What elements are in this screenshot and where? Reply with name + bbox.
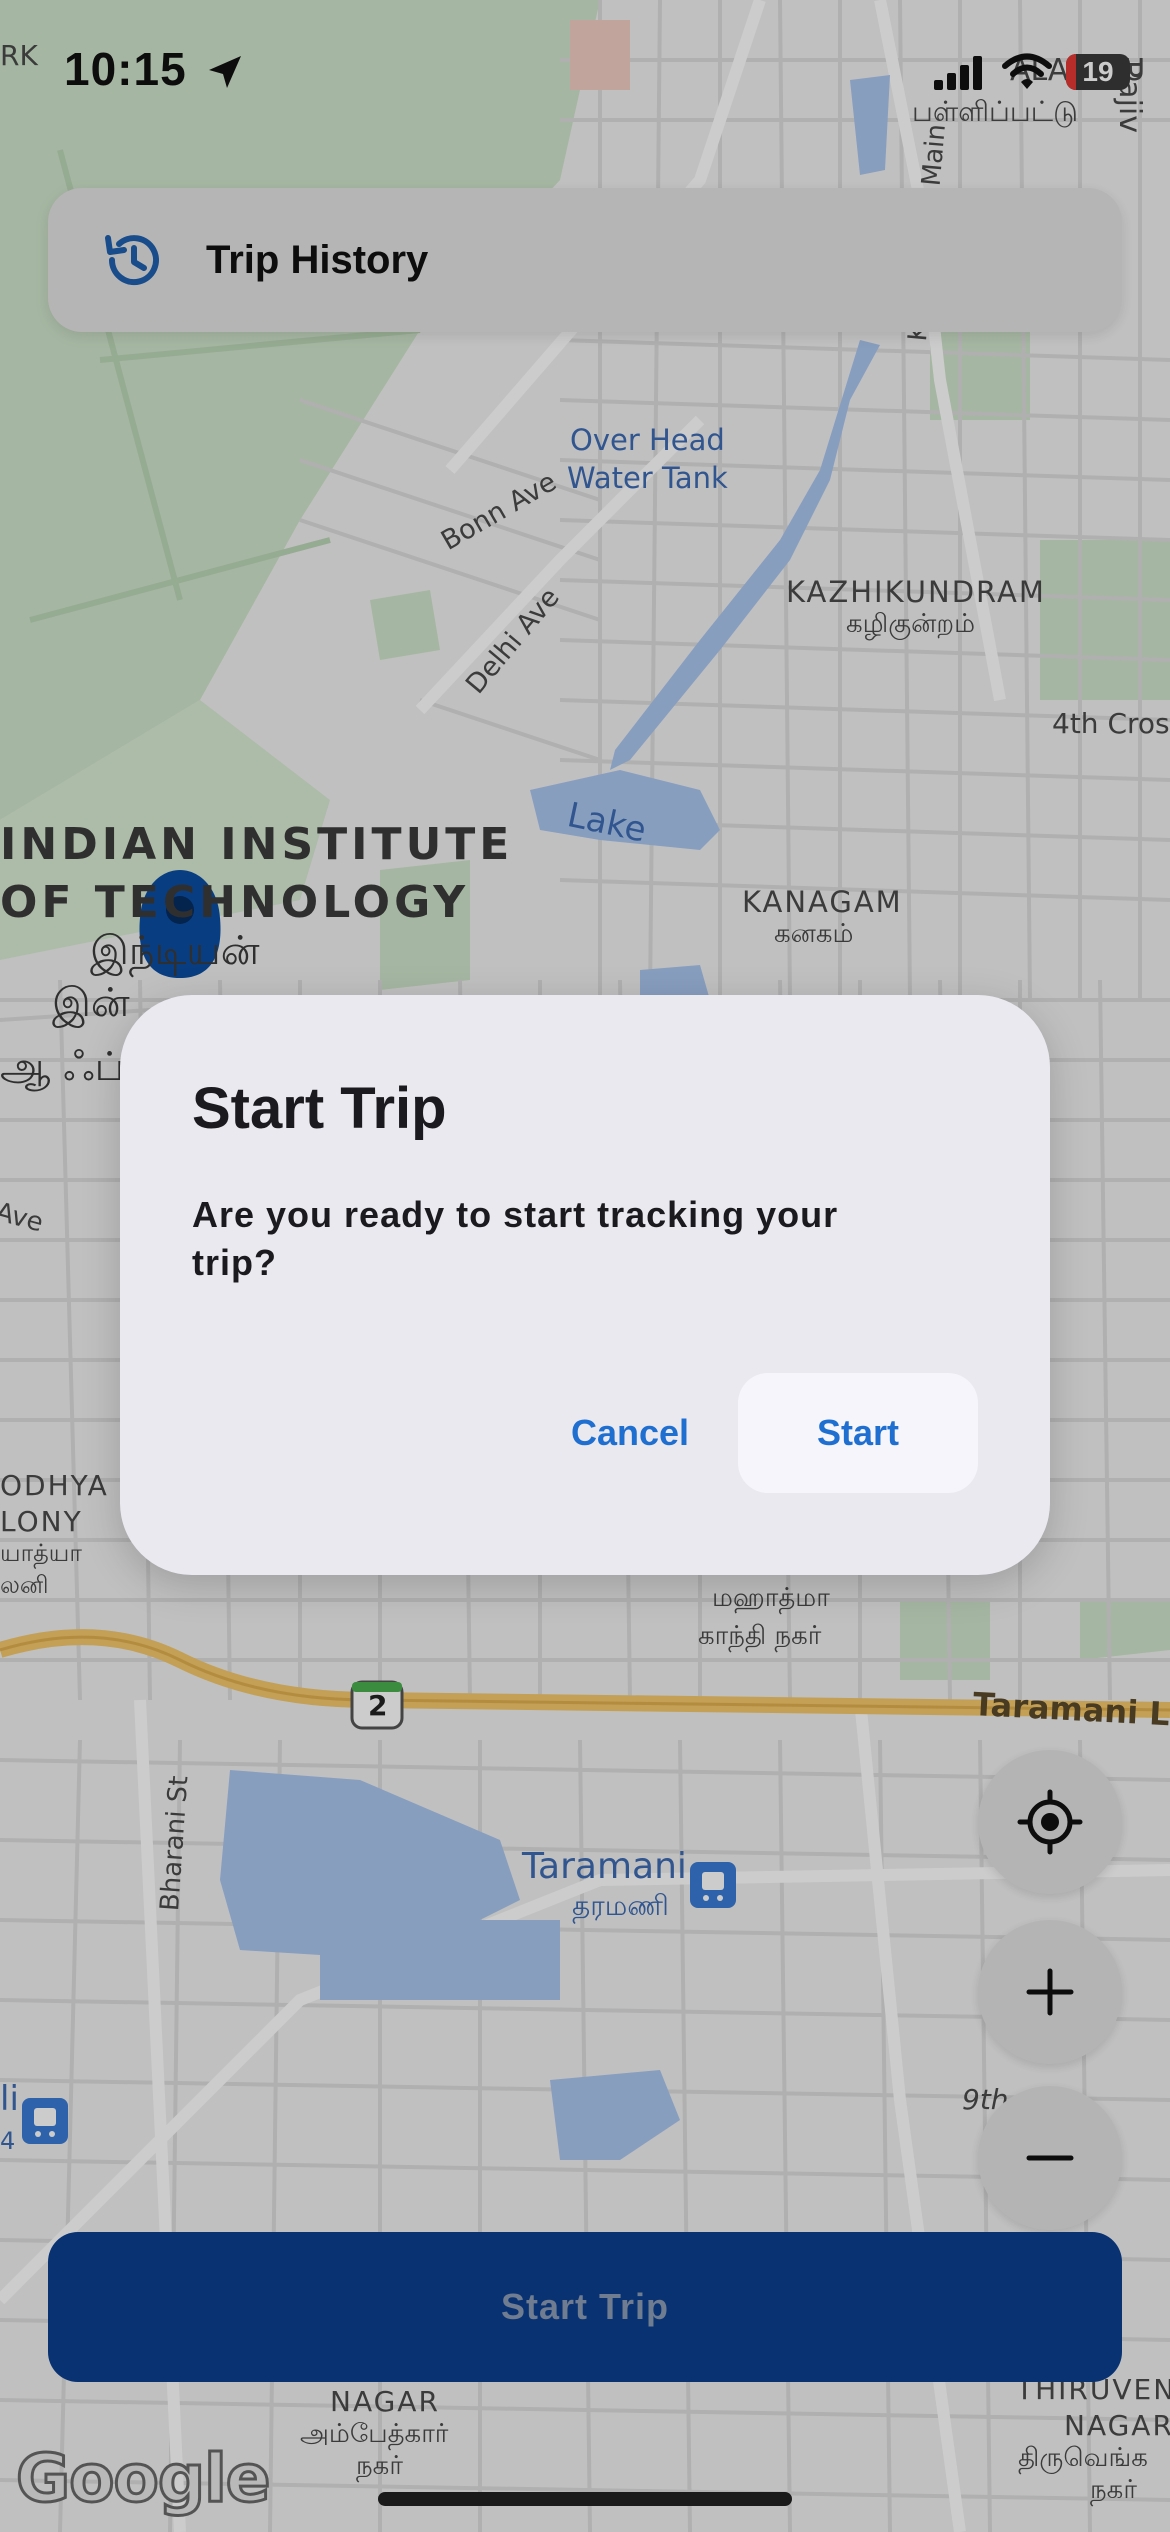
status-time: 10:15 xyxy=(64,43,187,95)
map-label: காந்தி நகர் xyxy=(698,1621,822,1651)
map-label: இன் xyxy=(52,980,130,1026)
park-area xyxy=(900,1600,990,1680)
map-label: OF TECHNOLOGY xyxy=(0,877,470,928)
history-clock-icon xyxy=(105,235,159,286)
park-area xyxy=(1080,1600,1170,1660)
transit-station-icon xyxy=(22,2098,68,2144)
map-label: திருவெங்க xyxy=(1018,2443,1148,2473)
map-label: லனி xyxy=(0,1571,49,1599)
zoom-out-button[interactable] xyxy=(978,2086,1122,2230)
dialog-message: Are you ready to start tracking your tri… xyxy=(192,1194,839,1283)
battery-percent: 19 xyxy=(1082,56,1114,87)
cellular-signal-icon xyxy=(934,56,982,90)
location-arrow-icon xyxy=(209,56,241,88)
building-area xyxy=(570,20,630,90)
google-logo: Google xyxy=(15,2439,272,2519)
status-icons: 19 xyxy=(932,52,1130,92)
map-label: INDIAN INSTITUTE xyxy=(0,819,514,870)
map-label: KANAGAM xyxy=(742,885,903,919)
map-label: யாத்யா xyxy=(0,1539,82,1567)
trip-history-label: Trip History xyxy=(206,237,429,282)
park-area xyxy=(370,590,440,660)
trip-history-button[interactable]: Trip History xyxy=(48,188,1122,332)
map-label: 4th Cros xyxy=(1052,707,1170,740)
map-label: LONY xyxy=(0,1505,83,1538)
map-label: Over Head xyxy=(570,423,725,457)
map-label: அம்பேத்கார் xyxy=(300,2419,449,2449)
app-screen: RK ALAPPAU பள்ளிப்பட்டு Rajiv Over Head … xyxy=(0,0,1170,2532)
map-label: நகர் xyxy=(1090,2475,1137,2505)
map-label: Taramani xyxy=(522,1846,687,1887)
transit-station-icon xyxy=(690,1862,736,1908)
map-label: தரமணி xyxy=(572,1889,669,1922)
map-label: கழிகுன்றம் xyxy=(846,609,976,639)
dialog-title: Start Trip xyxy=(192,1076,447,1141)
map-label: மஹாத்மா xyxy=(712,1583,830,1613)
start-trip-dialog: Start Trip Are you ready to start tracki… xyxy=(120,995,1050,1575)
zoom-in-button[interactable] xyxy=(978,1920,1122,2064)
battery-indicator: 19 xyxy=(1066,54,1130,90)
map-label: li xyxy=(0,2079,19,2119)
map-label: NAGAR xyxy=(330,2385,440,2418)
my-location-button[interactable] xyxy=(978,1750,1122,1894)
map-label: ஆ ஃப் xyxy=(0,1044,125,1090)
map-label: KAZHIKUNDRAM xyxy=(786,575,1046,609)
battery-low-level xyxy=(1066,54,1076,90)
confirm-start-button[interactable]: Start xyxy=(738,1373,978,1493)
cancel-button[interactable]: Cancel xyxy=(520,1373,740,1493)
minus-icon xyxy=(1026,2155,1074,2161)
map-label: கனகம் xyxy=(774,919,854,949)
start-trip-button[interactable]: Start Trip xyxy=(48,2232,1122,2382)
map-label: 4 xyxy=(0,2127,16,2155)
map-label: RK xyxy=(0,39,38,72)
home-indicator[interactable] xyxy=(378,2492,792,2506)
my-location-icon xyxy=(1017,1789,1083,1855)
route-shield-label: 2 xyxy=(368,1689,388,1722)
map-label: இந்டியன் xyxy=(90,928,260,974)
map-label: நகர் xyxy=(356,2451,403,2481)
map-label: Water Tank xyxy=(567,461,728,495)
map-label: NAGAR xyxy=(1064,2409,1170,2442)
map-label: ODHYA xyxy=(0,1469,109,1502)
start-trip-label: Start Trip xyxy=(500,2286,670,2327)
plus-icon xyxy=(1026,1968,1074,2016)
park-area xyxy=(1040,540,1170,700)
wifi-icon xyxy=(1002,53,1052,89)
